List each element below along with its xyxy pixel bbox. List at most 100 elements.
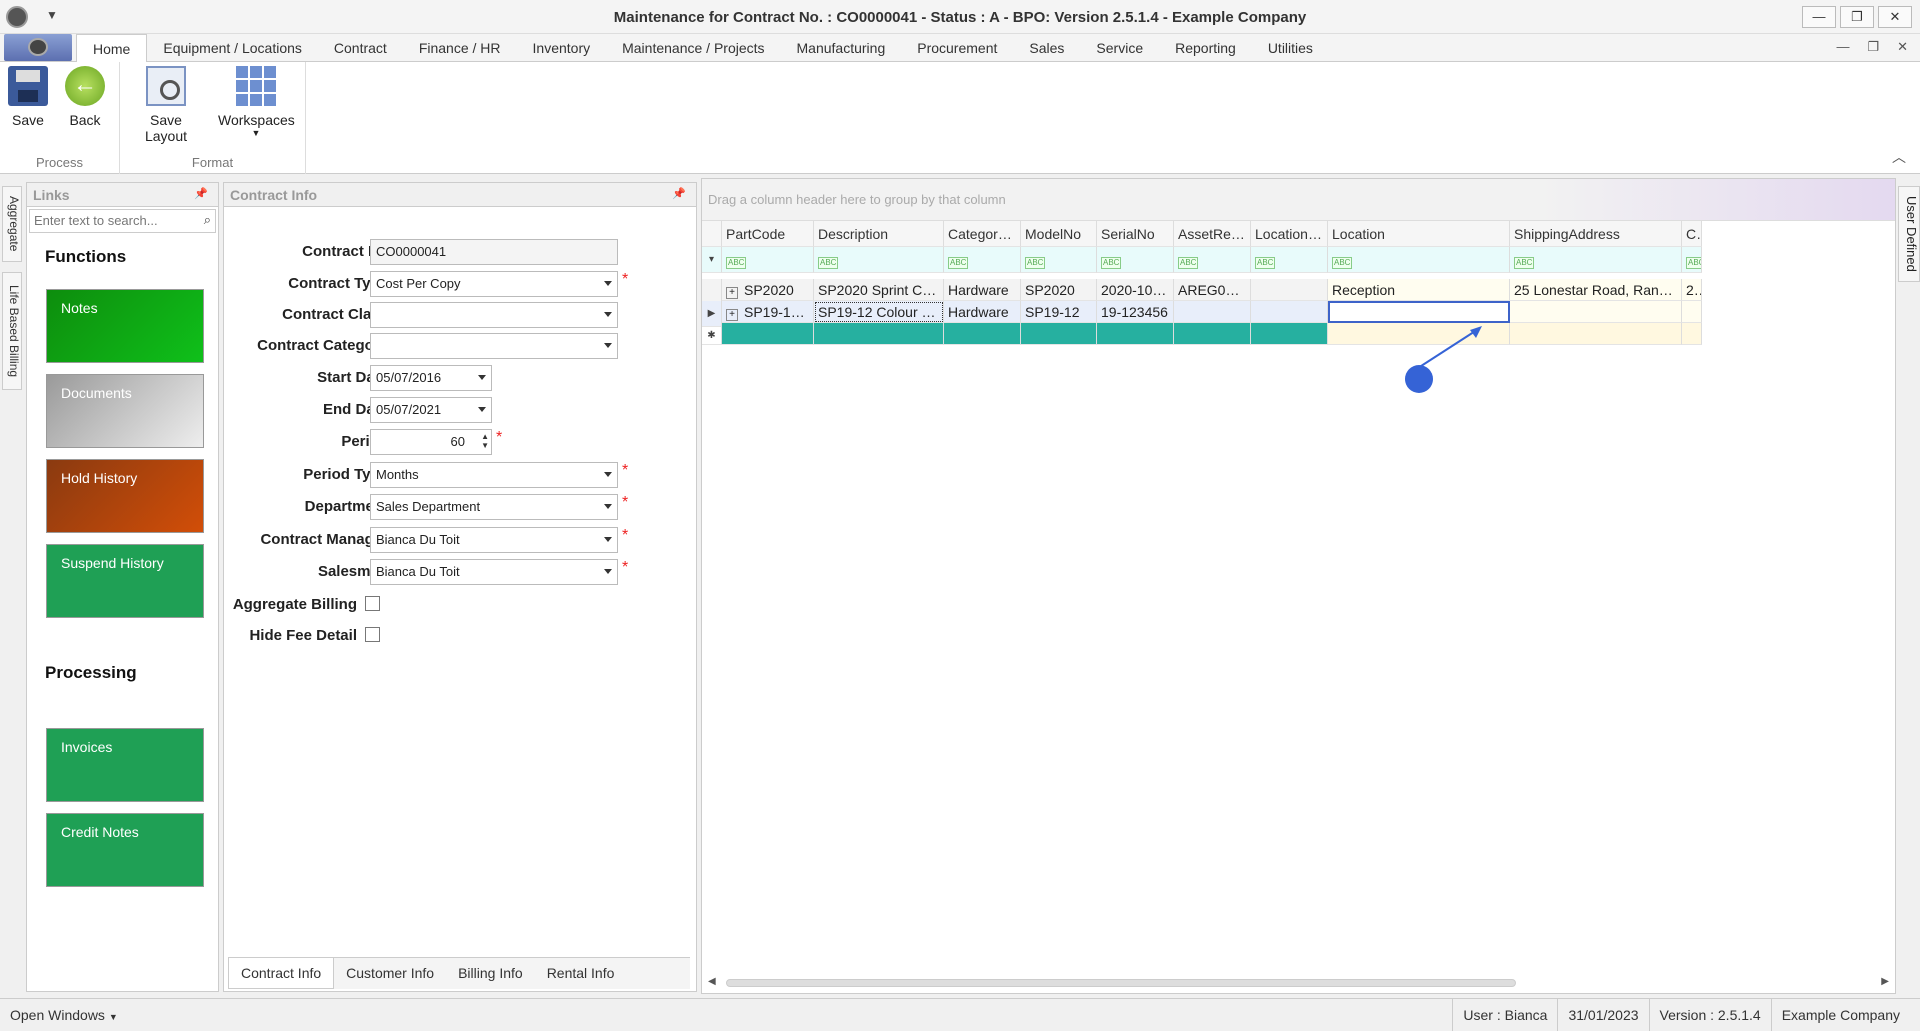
cell-part-code[interactable]: + SP2020 — [722, 279, 814, 301]
new-row-cell[interactable] — [1174, 323, 1251, 345]
cell-cc[interactable] — [1682, 301, 1702, 323]
cell-cc[interactable]: 21 — [1682, 279, 1702, 301]
tab-inventory[interactable]: Inventory — [517, 34, 607, 62]
back-button[interactable]: ← Back — [64, 66, 106, 128]
save-layout-button[interactable]: Save Layout — [128, 66, 204, 144]
new-row-cell[interactable] — [1682, 323, 1702, 345]
close-button[interactable]: ✕ — [1878, 6, 1912, 28]
cell-location-desc[interactable] — [1251, 301, 1328, 323]
period-stepper[interactable]: 60 ▲ ▼ — [370, 429, 492, 455]
new-row-cell[interactable] — [1251, 323, 1328, 345]
filter-cell-location-desc[interactable]: ABC — [1251, 247, 1328, 273]
tab-manufacturing[interactable]: Manufacturing — [781, 34, 902, 62]
contract-category-select[interactable] — [370, 333, 618, 359]
expand-row-icon[interactable]: + — [726, 287, 738, 299]
new-row-cell[interactable] — [1097, 323, 1174, 345]
collapse-ribbon-icon[interactable]: ︿ — [1892, 147, 1906, 167]
filter-cell-location[interactable]: ABC — [1328, 247, 1510, 273]
department-select[interactable]: Sales Department — [370, 494, 618, 520]
new-row-indicator[interactable]: ✱ — [702, 323, 722, 345]
save-button[interactable]: Save — [8, 66, 48, 128]
cell-shipping-address[interactable] — [1510, 301, 1682, 323]
new-row-cell[interactable] — [814, 323, 944, 345]
suspend-history-tile[interactable]: Suspend History — [46, 544, 204, 618]
open-windows-button[interactable]: Open Windows ▼ — [10, 1007, 118, 1023]
column-header-shipping-address[interactable]: ShippingAddress — [1510, 221, 1682, 247]
start-date-picker[interactable]: 05/07/2016 — [370, 365, 492, 391]
new-row-cell[interactable] — [722, 323, 814, 345]
tab-contract-info[interactable]: Contract Info — [228, 958, 335, 989]
cell-description[interactable]: SP2020 Sprint Colour ... — [814, 279, 944, 301]
expand-row-icon[interactable]: + — [726, 309, 738, 321]
column-header-cc[interactable]: CC — [1682, 221, 1702, 247]
documents-tile[interactable]: Documents — [46, 374, 204, 448]
tab-procurement[interactable]: Procurement — [901, 34, 1013, 62]
application-menu-button[interactable] — [4, 34, 72, 61]
pin-icon[interactable]: 📌 — [194, 187, 208, 200]
new-row-cell[interactable] — [1021, 323, 1097, 345]
side-tab-life-based-billing[interactable]: Life Based Billing — [2, 272, 22, 390]
contract-no-field[interactable]: CO0000041 — [370, 239, 618, 265]
contract-type-select[interactable]: Cost Per Copy — [370, 271, 618, 297]
filter-cell-model-no[interactable]: ABC — [1021, 247, 1097, 273]
pin-icon[interactable]: 📌 — [672, 187, 686, 200]
tab-contract[interactable]: Contract — [318, 34, 403, 62]
cell-model-no[interactable]: SP2020 — [1021, 279, 1097, 301]
filter-cell-part-code[interactable]: ABC — [722, 247, 814, 273]
column-header-model-no[interactable]: ModelNo — [1021, 221, 1097, 247]
minimize-button[interactable]: — — [1802, 6, 1836, 28]
cell-category[interactable]: Hardware — [944, 301, 1021, 323]
mdi-restore-icon[interactable]: ❐ — [1867, 39, 1879, 55]
filter-cell-cc[interactable]: ABC — [1682, 247, 1702, 273]
filter-cell-asset-reg-no[interactable]: ABC — [1174, 247, 1251, 273]
side-tab-user-defined[interactable]: User Defined — [1898, 186, 1920, 282]
column-header-location[interactable]: Location — [1328, 221, 1510, 247]
horizontal-scrollbar[interactable]: ◀ ▶ — [706, 975, 1891, 989]
salesman-select[interactable]: Bianca Du Toit — [370, 559, 618, 585]
column-header-part-code[interactable]: PartCode — [722, 221, 814, 247]
tab-customer-info[interactable]: Customer Info — [334, 958, 446, 989]
restore-button[interactable]: ❐ — [1840, 6, 1874, 28]
mdi-minimize-icon[interactable]: — — [1836, 39, 1849, 55]
cell-model-no[interactable]: SP19-12 — [1021, 301, 1097, 323]
cell-location-desc[interactable] — [1251, 279, 1328, 301]
search-icon[interactable]: ⌕ — [204, 212, 211, 228]
column-header-location-desc[interactable]: LocationDesc — [1251, 221, 1328, 247]
filter-cell-category[interactable]: ABC — [944, 247, 1021, 273]
cell-asset-reg-no[interactable] — [1174, 301, 1251, 323]
invoices-tile[interactable]: Invoices — [46, 728, 204, 802]
column-header-asset-reg-no[interactable]: AssetRegNo — [1174, 221, 1251, 247]
tab-sales[interactable]: Sales — [1013, 34, 1080, 62]
filter-cell-serial-no[interactable]: ABC — [1097, 247, 1174, 273]
tab-utilities[interactable]: Utilities — [1252, 34, 1329, 62]
tab-billing-info[interactable]: Billing Info — [446, 958, 535, 989]
notes-tile[interactable]: Notes — [46, 289, 204, 363]
workspaces-button[interactable]: Workspaces ▼ — [218, 66, 295, 138]
tab-home[interactable]: Home — [76, 34, 148, 62]
end-date-picker[interactable]: 05/07/2021 — [370, 397, 492, 423]
scrollbar-thumb[interactable] — [726, 979, 1516, 987]
group-by-area[interactable]: Drag a column header here to group by th… — [702, 179, 1895, 221]
contract-class-select[interactable] — [370, 302, 618, 328]
tab-reporting[interactable]: Reporting — [1159, 34, 1252, 62]
spin-arrows-icon[interactable]: ▲ ▼ — [481, 432, 489, 450]
tab-maintenance-projects[interactable]: Maintenance / Projects — [606, 34, 780, 62]
tab-finance-hr[interactable]: Finance / HR — [403, 34, 517, 62]
new-row-cell[interactable] — [944, 323, 1021, 345]
scroll-left-icon[interactable]: ◀ — [708, 976, 716, 987]
credit-notes-tile[interactable]: Credit Notes — [46, 813, 204, 887]
tab-service[interactable]: Service — [1080, 34, 1159, 62]
cell-part-code[interactable]: + SP19-12... — [722, 301, 814, 323]
hold-history-tile[interactable]: Hold History — [46, 459, 204, 533]
column-header-category[interactable]: CategoryDe... — [944, 221, 1021, 247]
new-row-cell[interactable] — [1510, 323, 1682, 345]
cell-shipping-address[interactable]: 25 Lonestar Road, Ranchville, ... — [1510, 279, 1682, 301]
hide-fee-detail-checkbox[interactable] — [365, 627, 380, 642]
cell-description[interactable]: SP19-12 Colour Copier — [814, 301, 944, 323]
tab-rental-info[interactable]: Rental Info — [535, 958, 627, 989]
filter-cell-shipping-address[interactable]: ABC — [1510, 247, 1682, 273]
cell-category[interactable]: Hardware — [944, 279, 1021, 301]
contract-manager-select[interactable]: Bianca Du Toit — [370, 527, 618, 553]
cell-asset-reg-no[interactable]: AREG000046 — [1174, 279, 1251, 301]
cell-serial-no[interactable]: 2020-103050 — [1097, 279, 1174, 301]
